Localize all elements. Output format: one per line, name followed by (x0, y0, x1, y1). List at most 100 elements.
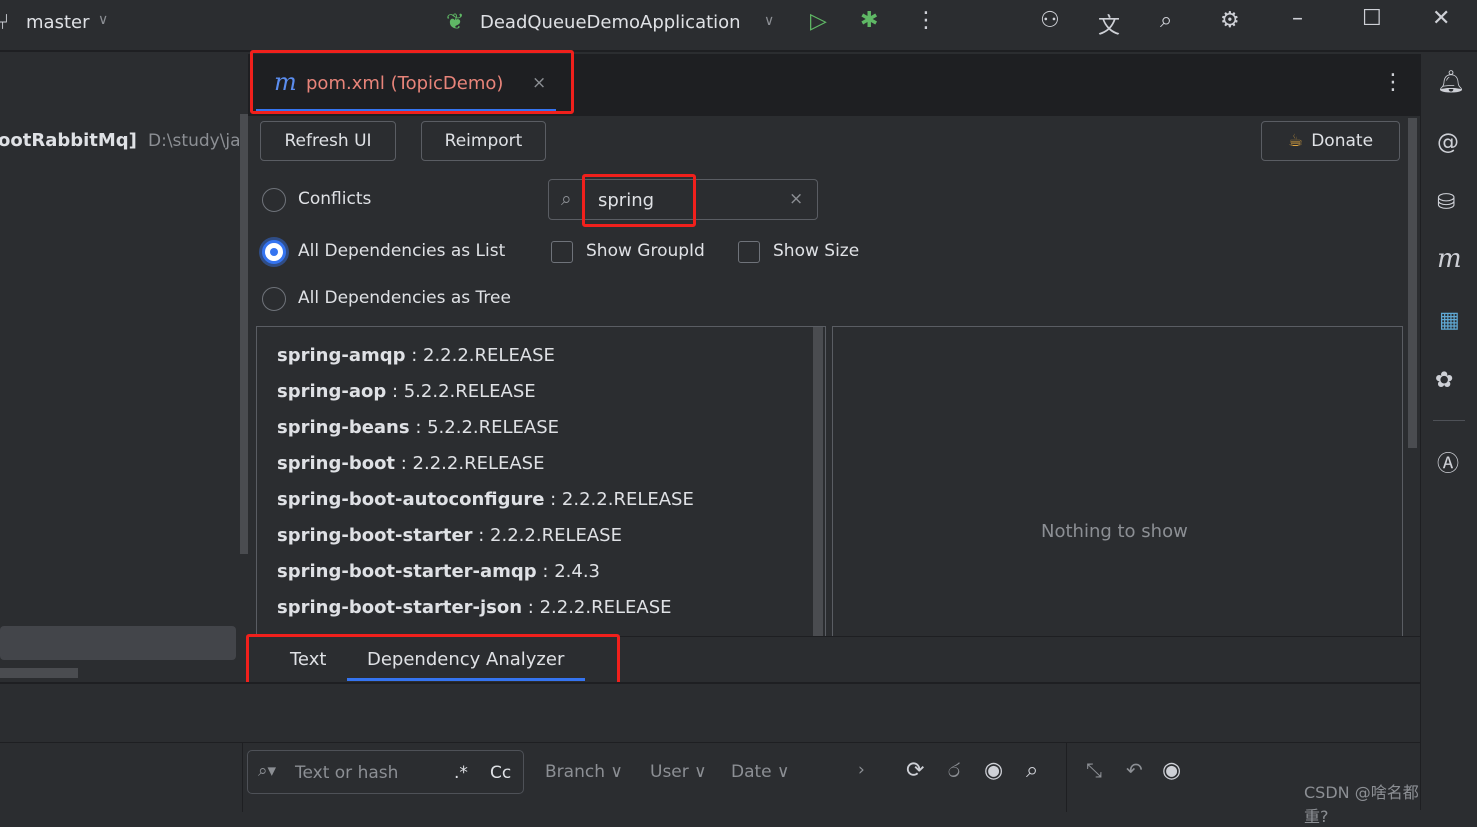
search-icon[interactable]: ⌕ (1160, 8, 1172, 33)
search-icon: ⌕ (561, 188, 572, 210)
date-filter[interactable]: Date ∨ (731, 762, 790, 782)
show-size-checkbox[interactable] (738, 241, 760, 263)
dependency-version: : 2.2.2.RELEASE (544, 488, 694, 510)
dependency-version: : 2.2.2.RELEASE (405, 344, 555, 366)
conflicts-label[interactable]: Conflicts (298, 189, 371, 209)
tab-bar: m pom.xml (TopicDemo) × ⋮ (248, 50, 1420, 116)
gear-icon[interactable]: ⚙ (1220, 8, 1240, 33)
eye-icon[interactable]: ◉ (1162, 758, 1181, 783)
search-icon: ⌕▾ (258, 761, 277, 781)
maximize-icon[interactable]: ☐ (1362, 6, 1382, 31)
chevron-down-icon: ∨ (98, 12, 109, 28)
refresh-icon[interactable]: ⟳ (906, 758, 924, 783)
show-groupid-label[interactable]: Show GroupId (586, 241, 705, 261)
dependency-name: spring-beans (277, 416, 410, 438)
h-scrollbar[interactable] (0, 668, 78, 678)
dependency-row[interactable]: spring-boot-starter-amqp : 2.4.3 (257, 553, 825, 589)
detail-panel: Nothing to show (832, 326, 1403, 636)
selected-item[interactable] (0, 626, 236, 660)
collapse-icon[interactable]: ⤡ (1086, 758, 1102, 782)
database-icon[interactable]: ⛁ (1437, 190, 1455, 215)
highlight-box (582, 174, 696, 227)
vcs-search-field[interactable]: ⌕▾ Text or hash .* Cc (247, 750, 524, 794)
clear-icon[interactable]: × (789, 189, 803, 209)
user-filter[interactable]: User ∨ (650, 762, 707, 782)
tree-label[interactable]: All Dependencies as Tree (298, 288, 511, 308)
dependency-row[interactable]: spring-boot-starter-json : 2.2.2.RELEASE (257, 589, 825, 625)
highlight-box (250, 50, 574, 114)
chevron-right-icon[interactable]: › (858, 760, 865, 780)
debug-icon[interactable]: ✱ (860, 8, 878, 33)
dependency-name: spring-aop (277, 380, 387, 402)
more-icon[interactable]: ⋮ (915, 8, 937, 33)
dependency-version: : 2.4.3 (536, 560, 600, 582)
highlight-box (246, 634, 620, 687)
dependency-row[interactable]: spring-boot : 2.2.2.RELEASE (257, 445, 825, 481)
dependency-row[interactable]: spring-boot-autoconfigure : 2.2.2.RELEAS… (257, 481, 825, 517)
branch-label: Branch (545, 762, 605, 782)
search-icon[interactable]: ⌕ (1026, 758, 1038, 783)
show-size-label[interactable]: Show Size (773, 241, 859, 261)
spring-boot-icon: ❦ (446, 10, 465, 35)
vcs-search-input[interactable]: Text or hash (295, 763, 398, 783)
tree-radio[interactable] (262, 287, 286, 311)
dependency-version: : 2.2.2.RELEASE (395, 452, 545, 474)
undo-icon[interactable]: ↶ (1126, 758, 1143, 782)
title-bar: ⑂ master ∨ ❦ DeadQueueDemoApplication ∨ … (0, 0, 1477, 52)
donate-icon: ☕ (1287, 131, 1304, 151)
case-toggle[interactable]: Cc (490, 763, 511, 783)
conflicts-radio[interactable] (262, 188, 286, 212)
dependency-row[interactable]: spring-beans : 5.2.2.RELEASE (257, 409, 825, 445)
notifications-icon[interactable]: 🔔︎ (1437, 70, 1465, 95)
regex-toggle[interactable]: .* (454, 763, 468, 783)
list-radio[interactable] (262, 240, 286, 264)
refresh-ui-button[interactable]: Refresh UI (260, 121, 396, 161)
scrollbar[interactable] (240, 114, 248, 554)
dependency-list: spring-amqp : 2.2.2.RELEASE spring-aop : … (256, 326, 826, 636)
plugin-icon[interactable]: ✿ (1435, 368, 1453, 393)
dependency-version: : 2.2.2.RELEASE (472, 524, 622, 546)
show-groupid-checkbox[interactable] (551, 241, 573, 263)
run-config-selector[interactable]: DeadQueueDemoApplication (480, 12, 741, 33)
dependency-row[interactable]: spring-aop : 5.2.2.RELEASE (257, 373, 825, 409)
more-icon[interactable]: ⋮ (1382, 70, 1404, 95)
watermark: CSDN @啥名都重? (1304, 783, 1419, 826)
text-tool-icon[interactable]: Ⓐ (1437, 446, 1459, 478)
git-log-panel: ⌕▾ Text or hash .* Cc Branch ∨ User ∨ Da… (0, 682, 1420, 826)
eye-icon[interactable]: ◉ (984, 758, 1003, 783)
dependency-version: : 5.2.2.RELEASE (409, 416, 560, 438)
bottom-tabs: Text Dependency Analyzer (246, 634, 1420, 687)
close-icon[interactable]: ✕ (1432, 6, 1450, 31)
dependency-name: spring-boot-starter-amqp (277, 560, 537, 582)
dependency-name: spring-boot-autoconfigure (277, 488, 545, 510)
branch-filter[interactable]: Branch ∨ (545, 762, 623, 782)
project-panel: ootRabbitMq] D:\study\jav (0, 54, 248, 684)
right-tool-strip: 🔔︎ @ ⛁ m ▦ ✿ Ⓐ (1420, 54, 1477, 810)
user-label: User (650, 762, 689, 782)
dependency-name: spring-amqp (277, 344, 406, 366)
add-user-icon[interactable]: ⚇ (1040, 8, 1060, 33)
dependency-version: : 2.2.2.RELEASE (522, 596, 672, 618)
scrollbar[interactable] (813, 327, 823, 636)
branch-icon: ⑂ (0, 10, 10, 35)
dependency-name: spring-boot-starter (277, 524, 473, 546)
cherry-pick-icon[interactable]: ර (948, 758, 960, 782)
list-label[interactable]: All Dependencies as List (298, 241, 505, 261)
donate-button[interactable]: ☕ Donate (1261, 121, 1400, 161)
ai-assistant-icon[interactable]: @ (1437, 130, 1459, 155)
structure-icon[interactable]: ▦ (1439, 308, 1460, 333)
minimize-icon[interactable]: – (1292, 6, 1303, 31)
maven-icon[interactable]: m (1437, 244, 1462, 274)
translate-icon[interactable]: 文 (1098, 8, 1120, 40)
branch-selector[interactable]: master (26, 12, 89, 33)
dependency-row[interactable]: spring-amqp : 2.2.2.RELEASE (257, 337, 825, 373)
scrollbar[interactable] (1408, 118, 1417, 448)
run-icon[interactable]: ▷ (810, 9, 827, 34)
date-label: Date (731, 762, 772, 782)
dependency-row[interactable]: spring-boot-starter : 2.2.2.RELEASE (257, 517, 825, 553)
donate-label: Donate (1311, 131, 1374, 151)
project-name[interactable]: ootRabbitMq] (0, 130, 137, 151)
reimport-button[interactable]: Reimport (421, 121, 546, 161)
empty-message: Nothing to show (1041, 521, 1188, 542)
chevron-down-icon[interactable]: ∨ (764, 13, 774, 29)
